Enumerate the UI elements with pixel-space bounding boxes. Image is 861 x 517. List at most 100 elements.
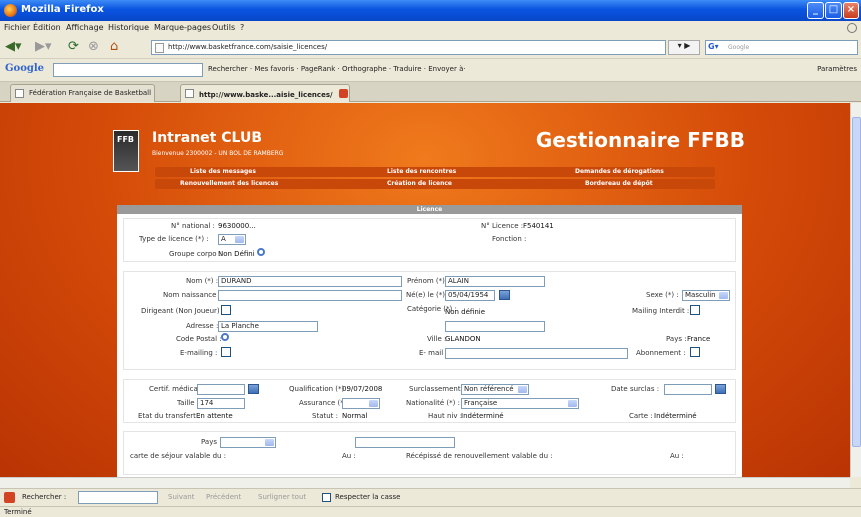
- find-previous-button[interactable]: Précédent: [206, 493, 241, 501]
- nav-liste-rencontres[interactable]: Liste des rencontres: [387, 168, 456, 175]
- date-naissance-input[interactable]: 05/04/1954: [445, 290, 495, 301]
- calendar-icon[interactable]: [248, 384, 259, 394]
- minimize-button[interactable]: _: [807, 2, 824, 19]
- groupe-corpo-label: Groupe corpo :: [169, 250, 222, 258]
- sejour-start-input[interactable]: [355, 437, 455, 448]
- ville-value: GLANDON: [445, 335, 481, 343]
- date-surclass-label: Date surclas :: [611, 385, 660, 393]
- scrollbar-thumb[interactable]: [852, 117, 861, 447]
- sexe-label: Sexe (*) :: [646, 291, 679, 299]
- settings-button[interactable]: Paramètres: [817, 65, 857, 73]
- tab-bar: Fédération Française de Basketball http:…: [0, 82, 861, 102]
- close-window-button[interactable]: ×: [843, 2, 859, 19]
- tab-label: Fédération Française de Basketball: [29, 89, 152, 97]
- email-input[interactable]: [445, 348, 628, 359]
- back-arrow-icon[interactable]: ◀▾: [5, 39, 22, 54]
- menu-fichier[interactable]: Fichier: [4, 23, 30, 32]
- qualification-label: Qualification (*) :: [289, 385, 349, 393]
- emailing-checkbox[interactable]: [221, 347, 231, 357]
- nom-naissance-input[interactable]: [218, 290, 402, 301]
- dropdown-arrow-icon: [265, 439, 274, 446]
- vertical-scrollbar[interactable]: [850, 103, 861, 477]
- date-surclass-input[interactable]: [664, 384, 712, 395]
- menu-edition[interactable]: Édition: [33, 23, 61, 32]
- menu-historique[interactable]: Historique: [108, 23, 149, 32]
- google-logo: Google: [5, 63, 45, 74]
- calendar-icon[interactable]: [715, 384, 726, 394]
- horizontal-scrollbar[interactable]: [0, 477, 850, 488]
- nav-renouvellement-licences[interactable]: Renouvellement des licences: [180, 180, 278, 187]
- url-text: http://www.basketfrance.com/saisie_licen…: [168, 43, 328, 51]
- search-box[interactable]: G▾ Google: [705, 40, 858, 55]
- carte-value: Indéterminé: [654, 412, 697, 420]
- type-licence-select[interactable]: A: [218, 234, 246, 245]
- nav-creation-licence[interactable]: Création de licence: [387, 180, 452, 187]
- search-magnifier-icon[interactable]: [221, 333, 229, 341]
- certif-medical-input[interactable]: [197, 384, 245, 395]
- prenom-value: ALAIN: [448, 277, 469, 285]
- tab-saisie-licences[interactable]: http://www.baske...aisie_licences/: [180, 84, 350, 102]
- close-find-icon[interactable]: [4, 492, 15, 503]
- tab-favicon: [15, 89, 24, 98]
- nav-liste-messages[interactable]: Liste des messages: [190, 168, 256, 175]
- stop-icon[interactable]: ⊗: [88, 39, 99, 54]
- find-next-button[interactable]: Suivant: [168, 493, 194, 501]
- site-subtitle: Gestionnaire FFBB: [535, 128, 745, 152]
- menu-affichage[interactable]: Affichage: [66, 23, 104, 32]
- haut-niveau-label: Haut niv :: [428, 412, 463, 420]
- sexe-select[interactable]: Masculin: [682, 290, 730, 301]
- site-header: FFB Intranet CLUB Bienvenue 2300002 - UN…: [110, 123, 745, 193]
- url-bar[interactable]: http://www.basketfrance.com/saisie_licen…: [151, 40, 666, 55]
- adresse-input[interactable]: La Planche: [218, 321, 318, 332]
- menu-help[interactable]: ?: [240, 23, 244, 32]
- match-case-checkbox[interactable]: [322, 493, 331, 502]
- dropdown-arrow-icon: [568, 400, 577, 407]
- statut-value: Normal: [342, 412, 368, 420]
- calendar-icon[interactable]: [499, 290, 510, 300]
- go-button[interactable]: ▾ ▶: [668, 40, 700, 55]
- surclassement-select[interactable]: Non référencé: [461, 384, 529, 395]
- tab-label: http://www.baske...aisie_licences/: [199, 91, 333, 99]
- adresse-label: Adresse :: [186, 322, 219, 330]
- taille-input[interactable]: 174: [197, 398, 245, 409]
- menu-outils[interactable]: Outils: [212, 23, 235, 32]
- nom-input[interactable]: DURAND: [218, 276, 402, 287]
- sejour-pays-label: Pays :: [201, 438, 222, 446]
- forward-arrow-icon[interactable]: ▶▾: [35, 39, 52, 54]
- abonnement-checkbox[interactable]: [690, 347, 700, 357]
- adresse-complement-input[interactable]: [445, 321, 545, 332]
- surclassement-value: Non référencé: [464, 385, 514, 393]
- num-licence-label: N° Licence :: [481, 222, 524, 230]
- licence-form: Licence N° national : 9630000... Type de…: [117, 205, 742, 477]
- dropdown-arrow-icon: [235, 236, 244, 243]
- menu-marque-pages[interactable]: Marque-pages: [154, 23, 211, 32]
- mailing-interdit-checkbox[interactable]: [690, 305, 700, 315]
- nom-label: Nom (*) :: [186, 277, 219, 285]
- home-icon[interactable]: ⌂: [110, 39, 118, 54]
- search-magnifier-icon[interactable]: [257, 248, 265, 256]
- prenom-input[interactable]: ALAIN: [445, 276, 545, 287]
- sejour-pays-select[interactable]: [220, 437, 276, 448]
- dropdown-arrow-icon: [719, 292, 728, 299]
- google-toolbar-input[interactable]: [53, 63, 203, 77]
- logo-text: FFB: [117, 135, 135, 144]
- pays-value: France: [687, 335, 711, 343]
- page-icon: [155, 43, 164, 53]
- nom-naissance-label: Nom naissance :: [163, 291, 221, 299]
- abonnement-label: Abonnement :: [636, 349, 686, 357]
- maximize-button[interactable]: □: [825, 2, 842, 19]
- nav-bordereau-depot[interactable]: Bordereau de dépôt: [585, 180, 653, 187]
- page-viewport: FFB Intranet CLUB Bienvenue 2300002 - UN…: [0, 103, 850, 477]
- reload-icon[interactable]: ⟳: [68, 39, 79, 54]
- highlight-all-button[interactable]: Surligner tout: [258, 493, 306, 501]
- num-licence-value: F540141: [523, 222, 554, 230]
- assurance-select[interactable]: [342, 398, 380, 409]
- tab-ffbb[interactable]: Fédération Française de Basketball: [10, 84, 155, 102]
- close-tab-icon[interactable]: [338, 89, 348, 98]
- throbber-icon: [847, 23, 857, 33]
- find-input[interactable]: [78, 491, 158, 504]
- nav-demandes-derogations[interactable]: Demandes de dérogations: [575, 168, 664, 175]
- dirigeant-checkbox[interactable]: [221, 305, 231, 315]
- google-toolbar-buttons[interactable]: Rechercher · Mes favoris · PageRank · Or…: [208, 65, 466, 73]
- nationalite-select[interactable]: Française: [461, 398, 579, 409]
